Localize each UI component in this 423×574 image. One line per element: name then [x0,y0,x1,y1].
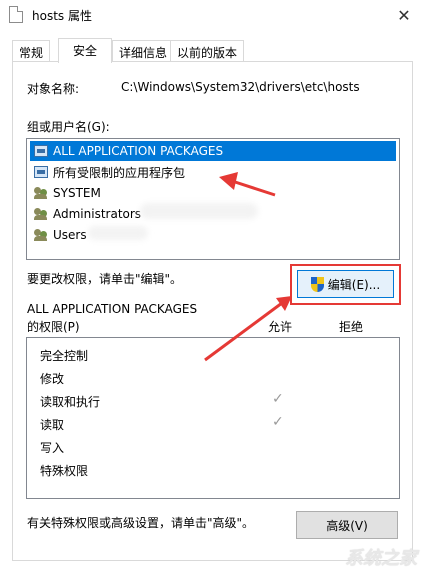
tab-security[interactable]: 安全 [58,38,112,63]
arrow-line [231,179,276,197]
arrow-line [204,301,283,362]
arrowhead [276,296,292,311]
arrowhead [219,172,238,190]
annotation-arrows [204,172,292,362]
